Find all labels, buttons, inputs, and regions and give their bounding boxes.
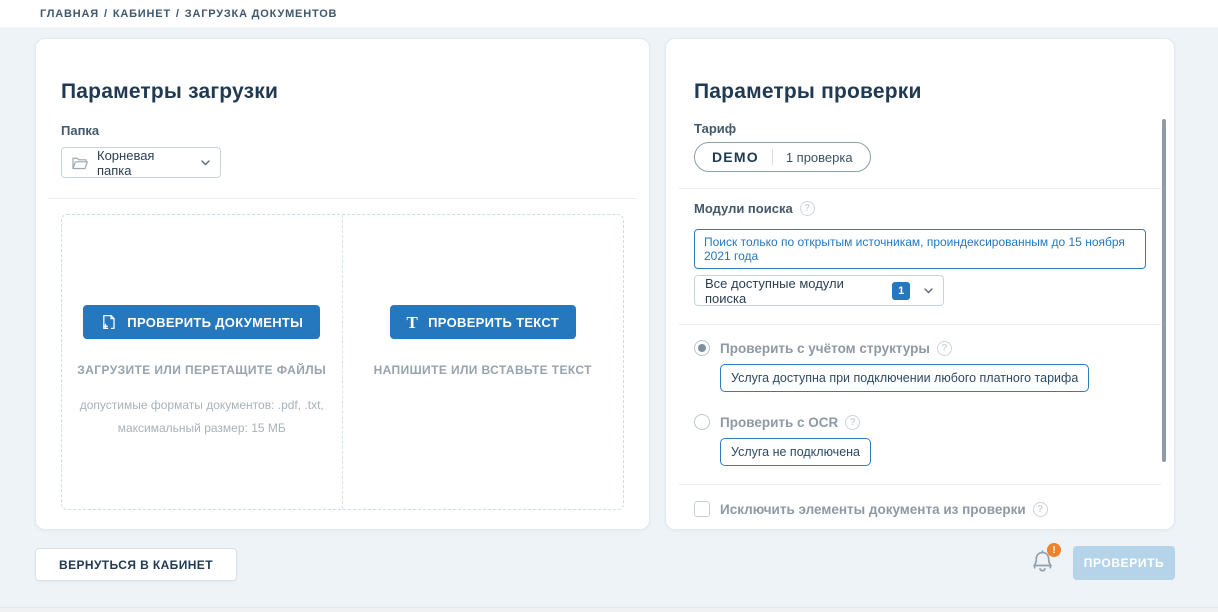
help-icon[interactable]: ? [845,414,861,430]
upload-dropzone[interactable]: ПРОВЕРИТЬ ДОКУМЕНТЫ ЗАГРУЗИТЕ ИЛИ ПЕРЕТА… [61,214,624,510]
tariff-name: DEMO [712,149,759,165]
help-icon[interactable]: ? [936,340,952,356]
text-input-area[interactable]: T ПРОВЕРИТЬ ТЕКСТ НАПИШИТЕ ИЛИ ВСТАВЬТЕ … [343,215,624,509]
structure-check-note: Услуга доступна при подключении любого п… [720,364,1090,392]
checkbox-unchecked-icon[interactable] [694,501,710,517]
selected-modules-count-badge: 1 [892,281,910,300]
check-text-label: ПРОВЕРИТЬ ТЕКСТ [428,314,559,330]
documents-drop-hint: ЗАГРУЗИТЕ ИЛИ ПЕРЕТАЩИТЕ ФАЙЛЫ [77,363,327,377]
document-add-icon [100,313,117,331]
ocr-check-option[interactable]: Проверить с OCR ? [694,414,1146,430]
breadcrumb: ГЛАВНАЯ / КАБИНЕТ / ЗАГРУЗКА ДОКУМЕНТОВ [40,8,337,20]
radio-unselected-icon[interactable] [694,414,710,430]
divider [679,324,1161,325]
breadcrumb-home[interactable]: ГЛАВНАЯ [40,8,99,20]
search-modules-select-value: Все доступные модули поиска [705,275,844,306]
exclude-elements-option[interactable]: Исключить элементы документа из проверки… [694,501,1146,517]
tariff-badge: DEMO 1 проверка [694,142,871,172]
structure-check-label: Проверить с учётом структуры [720,340,930,356]
breadcrumb-separator: / [175,7,180,20]
bottom-edge-strip [0,607,1218,612]
divider [679,484,1161,485]
ocr-check-note: Услуга не подключена [720,438,871,466]
ocr-check-label: Проверить с OCR [720,414,839,430]
upload-parameters-panel: Параметры загрузки Папка Корневая папка [35,38,650,530]
folder-select-value: Корневая папка [97,147,155,178]
text-input-hint: НАПИШИТЕ ИЛИ ВСТАВЬТЕ ТЕКСТ [373,363,592,377]
chevron-down-icon [201,159,210,166]
tariff-divider [771,149,773,165]
search-modules-label-text: Модули поиска [694,201,793,216]
search-modules-note: Поиск только по открытым источникам, про… [694,229,1146,269]
check-panel-title: Параметры проверки [694,80,922,103]
tariff-label: Тариф [694,121,737,136]
divider [48,198,637,199]
breadcrumb-cabinet[interactable]: КАБИНЕТ [113,8,171,20]
tariff-checks-left: 1 проверка [785,149,853,165]
exclude-elements-label: Исключить элементы документа из проверки [720,501,1026,517]
back-to-cabinet-button[interactable]: ВЕРНУТЬСЯ В КАБИНЕТ [35,548,237,581]
help-icon[interactable]: ? [799,201,815,216]
folder-label: Папка [61,123,100,138]
chevron-down-icon [924,287,933,294]
notifications-bell[interactable]: ! [1029,543,1061,577]
search-modules-label: Модули поиска ? [694,201,815,216]
documents-formats-note: допустимые форматы документов: .pdf, .tx… [79,398,324,435]
check-submit-button[interactable]: ПРОВЕРИТЬ [1073,546,1175,580]
search-modules-select[interactable]: Все доступные модули поиска 1 [694,275,944,306]
text-icon: T [406,312,419,332]
folder-open-icon [72,156,88,170]
top-bar: ГЛАВНАЯ / КАБИНЕТ / ЗАГРУЗКА ДОКУМЕНТОВ [0,0,1218,27]
check-parameters-panel: Параметры проверки Тариф DEMO 1 проверка… [665,38,1175,530]
check-text-button[interactable]: T ПРОВЕРИТЬ ТЕКСТ [389,305,576,339]
folder-select[interactable]: Корневая папка [61,147,221,178]
structure-check-option[interactable]: Проверить с учётом структуры ? [694,340,1146,356]
breadcrumb-separator: / [103,7,108,20]
check-documents-button[interactable]: ПРОВЕРИТЬ ДОКУМЕНТЫ [83,305,321,339]
breadcrumb-current: ЗАГРУЗКА ДОКУМЕНТОВ [184,7,338,20]
radio-dot [698,344,706,352]
check-documents-label: ПРОВЕРИТЬ ДОКУМЕНТЫ [127,314,304,330]
panel-scrollbar[interactable] [1162,119,1166,462]
upload-panel-title: Параметры загрузки [61,80,279,103]
radio-selected-icon[interactable] [694,340,710,356]
help-icon[interactable]: ? [1032,501,1048,517]
documents-drop-area[interactable]: ПРОВЕРИТЬ ДОКУМЕНТЫ ЗАГРУЗИТЕ ИЛИ ПЕРЕТА… [62,215,343,509]
notification-count-badge[interactable]: ! [1047,543,1061,557]
